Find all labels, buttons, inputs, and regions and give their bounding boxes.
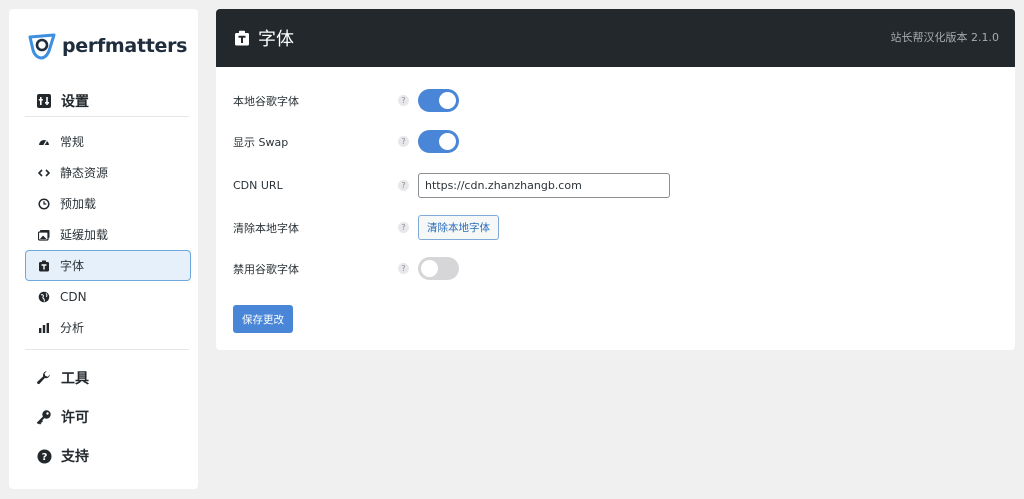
toggle-knob bbox=[421, 260, 438, 277]
display-swap-toggle[interactable] bbox=[418, 130, 459, 153]
sidebar-item-label: 预加载 bbox=[60, 197, 97, 211]
sidebar-item-label: 静态资源 bbox=[60, 166, 109, 180]
sidebar-item-cdn[interactable]: CDN bbox=[25, 281, 191, 312]
font-icon bbox=[234, 30, 250, 46]
settings-panel: 字体 站长帮汉化版本 2.1.0 本地谷歌字体 ? 显示 Swap ? CDN … bbox=[216, 9, 1015, 350]
sidebar-item-label: 常规 bbox=[60, 135, 85, 149]
sidebar-item-general[interactable]: 常规 bbox=[25, 126, 191, 157]
sliders-icon bbox=[36, 93, 52, 109]
help-icon[interactable]: ? bbox=[398, 136, 409, 147]
question-circle-icon: ? bbox=[36, 448, 52, 464]
help-icon[interactable]: ? bbox=[398, 180, 409, 191]
settings-label: 设置 bbox=[61, 94, 89, 110]
toggle-knob bbox=[439, 133, 456, 150]
support-label: 支持 bbox=[61, 449, 89, 465]
sidebar-item-label: CDN bbox=[60, 289, 87, 304]
bar-chart-icon bbox=[38, 322, 50, 334]
sidebar-item-preload[interactable]: 预加载 bbox=[25, 188, 191, 219]
setting-row-disable-google-fonts: 禁用谷歌字体 ? bbox=[233, 257, 993, 280]
sidebar-item-analytics[interactable]: 分析 bbox=[25, 312, 191, 343]
sidebar-item-fonts[interactable]: 字体 bbox=[25, 250, 191, 281]
images-icon bbox=[38, 229, 50, 241]
tools-label: 工具 bbox=[61, 371, 89, 387]
key-icon bbox=[36, 409, 52, 425]
font-icon bbox=[38, 260, 50, 272]
setting-label: 禁用谷歌字体 bbox=[233, 262, 299, 276]
dashboard-icon bbox=[38, 136, 50, 148]
sidebar-item-label: 分析 bbox=[60, 321, 85, 335]
setting-label: CDN URL bbox=[233, 179, 283, 192]
setting-row-cdn-url: CDN URL ? bbox=[233, 173, 993, 198]
setting-row-local-google-fonts: 本地谷歌字体 ? bbox=[233, 89, 993, 112]
help-icon[interactable]: ? bbox=[398, 222, 409, 233]
license-label: 许可 bbox=[61, 410, 89, 426]
panel-header: 字体 站长帮汉化版本 2.1.0 bbox=[216, 9, 1015, 67]
setting-label: 显示 Swap bbox=[233, 135, 289, 149]
save-button[interactable]: 保存更改 bbox=[233, 305, 293, 333]
settings-nav: 常规 静态资源 预加载 延缓加载 字体 CDN 分析 bbox=[25, 126, 191, 343]
brand-name: perfmatters bbox=[62, 35, 188, 57]
tools-section-header[interactable]: 工具 bbox=[36, 368, 89, 388]
help-icon[interactable]: ? bbox=[398, 263, 409, 274]
page-title: 字体 bbox=[258, 29, 294, 50]
disable-google-fonts-toggle[interactable] bbox=[418, 257, 459, 280]
clock-icon bbox=[38, 197, 50, 210]
version-text: 站长帮汉化版本 2.1.0 bbox=[890, 31, 1000, 44]
divider bbox=[25, 116, 189, 117]
toggle-knob bbox=[439, 92, 456, 109]
cdn-url-input[interactable] bbox=[418, 173, 670, 198]
perfmatters-logo-icon bbox=[28, 33, 56, 60]
divider bbox=[25, 349, 189, 350]
settings-section-header[interactable]: 设置 bbox=[36, 91, 89, 111]
setting-label: 本地谷歌字体 bbox=[233, 94, 299, 108]
sidebar-item-label: 延缓加载 bbox=[60, 228, 109, 242]
sidebar: perfmatters 设置 常规 静态资源 预加载 延缓加载 字体 CDN 分… bbox=[9, 9, 198, 489]
brand-logo[interactable]: perfmatters bbox=[27, 31, 187, 61]
setting-row-display-swap: 显示 Swap ? bbox=[233, 130, 993, 153]
sidebar-item-label: 字体 bbox=[60, 259, 85, 273]
wrench-icon bbox=[36, 370, 52, 386]
clear-local-fonts-button[interactable]: 清除本地字体 bbox=[418, 215, 499, 240]
license-section-header[interactable]: 许可 bbox=[36, 407, 89, 427]
globe-icon bbox=[38, 291, 50, 303]
code-icon bbox=[38, 167, 50, 179]
setting-row-clear-local-fonts: 清除本地字体 ? 清除本地字体 bbox=[233, 215, 993, 240]
sidebar-item-lazyload[interactable]: 延缓加载 bbox=[25, 219, 191, 250]
help-icon[interactable]: ? bbox=[398, 95, 409, 106]
sidebar-item-assets[interactable]: 静态资源 bbox=[25, 157, 191, 188]
setting-label: 清除本地字体 bbox=[233, 221, 299, 235]
local-google-fonts-toggle[interactable] bbox=[418, 89, 459, 112]
support-section-header[interactable]: ? 支持 bbox=[36, 446, 89, 466]
svg-text:?: ? bbox=[41, 452, 47, 463]
